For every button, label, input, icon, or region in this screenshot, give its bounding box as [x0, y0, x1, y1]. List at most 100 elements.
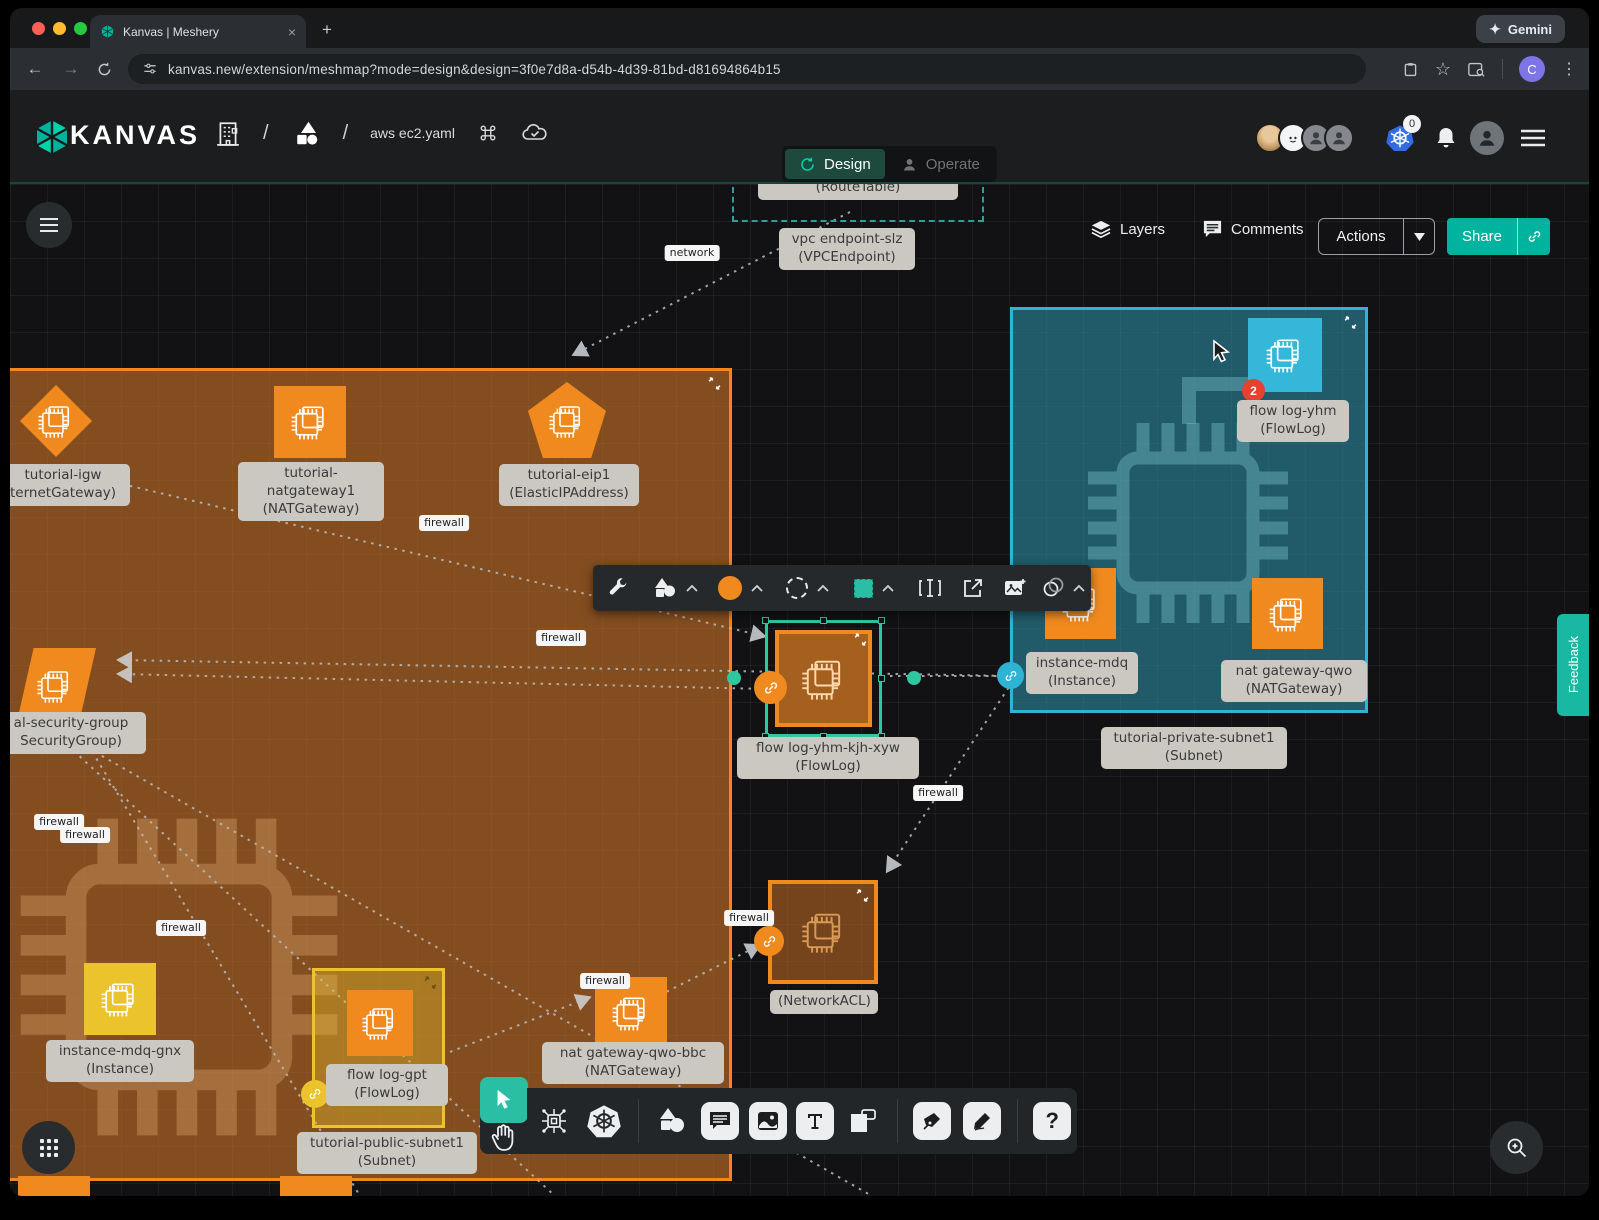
shapes-icon[interactable] — [291, 118, 321, 148]
window-zoom-button[interactable] — [74, 22, 87, 35]
node-label-flow-log-gpt[interactable]: flow log-gpt(FlowLog) — [326, 1064, 448, 1106]
tool-media[interactable] — [744, 1102, 792, 1140]
node-instance-mdq-gnx[interactable] — [84, 963, 156, 1035]
actions-button[interactable]: Actions — [1318, 218, 1435, 255]
command-icon[interactable] — [477, 122, 499, 144]
organization-icon[interactable] — [215, 118, 241, 148]
collaborator-avatar[interactable] — [1324, 123, 1354, 153]
forward-icon[interactable]: → — [60, 59, 82, 79]
app-menu-icon[interactable] — [1520, 128, 1546, 148]
comments-button[interactable]: Comments — [1202, 219, 1304, 239]
gemini-button[interactable]: ✦ Gemini — [1476, 15, 1565, 43]
browser-profile-avatar[interactable]: C — [1519, 56, 1545, 82]
open-in-new-button[interactable] — [952, 578, 994, 598]
node-nat-gateway-1[interactable] — [274, 386, 346, 458]
node-label-routetable[interactable]: (RouteTable) — [758, 184, 958, 200]
zoom-button[interactable] — [1490, 1121, 1543, 1174]
reading-mode-icon[interactable] — [1467, 61, 1486, 78]
back-icon[interactable]: ← — [24, 59, 46, 79]
share-button[interactable]: Share — [1447, 218, 1550, 255]
design-file-name[interactable]: aws ec2.yaml — [370, 125, 455, 141]
tab-design[interactable]: Design — [785, 149, 885, 179]
bookmark-star-icon[interactable]: ☆ — [1435, 59, 1451, 80]
add-image-button[interactable] — [994, 578, 1036, 598]
node-internet-gateway[interactable] — [20, 385, 92, 457]
node-label-nat-gateway-qwo[interactable]: nat gateway-qwo(NATGateway) — [1221, 660, 1367, 702]
link-badge[interactable] — [301, 1080, 329, 1108]
node-label-vpc-endpoint[interactable]: vpc endpoint-slz(VPCEndpoint) — [779, 228, 915, 270]
node-partial[interactable] — [18, 1176, 90, 1196]
tool-freehand-draw[interactable] — [957, 1102, 1006, 1140]
node-network-acl[interactable] — [768, 880, 878, 984]
tool-text[interactable] — [792, 1102, 840, 1140]
node-partial[interactable] — [280, 1176, 352, 1196]
kanvas-logo[interactable] — [34, 117, 70, 157]
tab-operate[interactable]: Operate — [887, 149, 994, 179]
browser-menu-icon[interactable]: ⋮ — [1561, 59, 1577, 79]
reload-icon[interactable] — [96, 61, 113, 78]
node-nat-gateway-qwo[interactable] — [1252, 578, 1323, 649]
feedback-tab[interactable]: Feedback — [1557, 614, 1589, 716]
tool-pan-hand[interactable] — [490, 1122, 518, 1152]
link-badge[interactable] — [754, 926, 784, 956]
share-link-icon[interactable] — [1518, 229, 1550, 244]
cloud-sync-icon[interactable] — [521, 122, 549, 144]
save-icon[interactable] — [1402, 61, 1419, 78]
tool-help[interactable]: ? — [1028, 1102, 1077, 1140]
selection-handle[interactable] — [878, 675, 885, 682]
grid-apps-button[interactable] — [22, 1121, 75, 1174]
collapse-icon[interactable] — [424, 976, 437, 989]
tab-close-icon[interactable]: × — [288, 24, 296, 40]
tool-shapes[interactable] — [649, 1107, 697, 1135]
shape-fill-button[interactable] — [841, 579, 908, 598]
connection-dot[interactable] — [907, 671, 921, 685]
url-field[interactable]: kanvas.new/extension/meshmap?mode=design… — [128, 54, 1366, 84]
node-label-nat-gateway-qwo-bbc[interactable]: nat gateway-qwo-bbc(NATGateway) — [542, 1042, 724, 1084]
node-label-instance-mdq[interactable]: instance-mdq(Instance) — [1026, 652, 1138, 694]
node-label-network-acl[interactable]: (NetworkACL) — [770, 990, 878, 1014]
layers-button[interactable]: Layers — [1090, 219, 1165, 239]
selection-handle[interactable] — [820, 617, 827, 624]
shapes-menu-button[interactable] — [643, 576, 708, 600]
collaborator-avatars[interactable] — [1255, 123, 1354, 153]
tool-kubernetes[interactable] — [580, 1104, 628, 1138]
link-badge[interactable] — [754, 671, 787, 704]
node-label-security-group[interactable]: al-security-groupSecurityGroup) — [10, 712, 146, 754]
tool-comment[interactable] — [696, 1102, 744, 1140]
window-close-button[interactable] — [32, 22, 45, 35]
selection-handle[interactable] — [878, 617, 885, 624]
selection-handle[interactable] — [762, 617, 769, 624]
tool-sticky-note[interactable] — [839, 1109, 887, 1133]
node-label-igw[interactable]: tutorial-igwternetGateway) — [10, 464, 130, 506]
new-tab-button[interactable]: + — [322, 20, 332, 40]
canvas-menu-button[interactable] — [26, 202, 72, 248]
design-canvas[interactable]: (RouteTable) vpc endpoint-slz(VPCEndpoin… — [10, 184, 1589, 1196]
tool-components[interactable] — [527, 1105, 580, 1137]
node-label-private-subnet[interactable]: tutorial-private-subnet1(Subnet) — [1101, 727, 1287, 769]
window-minimize-button[interactable] — [53, 22, 66, 35]
rename-button[interactable] — [908, 579, 952, 597]
connection-dot[interactable] — [727, 671, 741, 685]
tool-select-cursor[interactable] — [480, 1077, 528, 1123]
fill-color-button[interactable] — [707, 576, 774, 600]
node-label-public-subnet[interactable]: tutorial-public-subnet1(Subnet) — [297, 1132, 477, 1174]
node-flow-log-gpt[interactable] — [347, 990, 413, 1056]
node-label-eip1[interactable]: tutorial-eip1(ElasticIPAddress) — [499, 464, 639, 506]
tools-wrench-button[interactable] — [593, 577, 643, 599]
kanvas-wordmark[interactable]: KANVAS — [70, 120, 200, 151]
user-avatar[interactable] — [1470, 121, 1504, 155]
border-style-button[interactable] — [774, 577, 841, 599]
tool-edge-pen[interactable] — [908, 1102, 957, 1140]
node-label-natgateway1[interactable]: tutorial-natgateway1(NATGateway) — [238, 462, 384, 521]
notifications-bell-icon[interactable] — [1434, 125, 1458, 151]
collapse-icon[interactable] — [856, 889, 869, 902]
node-elastic-ip[interactable] — [528, 382, 606, 458]
site-info-icon[interactable] — [142, 61, 158, 77]
browser-tab[interactable]: Kanvas | Meshery × — [90, 15, 306, 48]
actions-dropdown-arrow[interactable] — [1404, 233, 1434, 241]
node-label-instance-mdq-gnx[interactable]: instance-mdq-gnx(Instance) — [46, 1040, 194, 1082]
group-style-button[interactable] — [1036, 577, 1091, 599]
environment-k8s-button[interactable]: 0 — [1385, 123, 1415, 153]
collapse-icon[interactable] — [854, 633, 867, 646]
node-label-flow-log-yhm[interactable]: flow log-yhm(FlowLog) — [1237, 400, 1349, 442]
